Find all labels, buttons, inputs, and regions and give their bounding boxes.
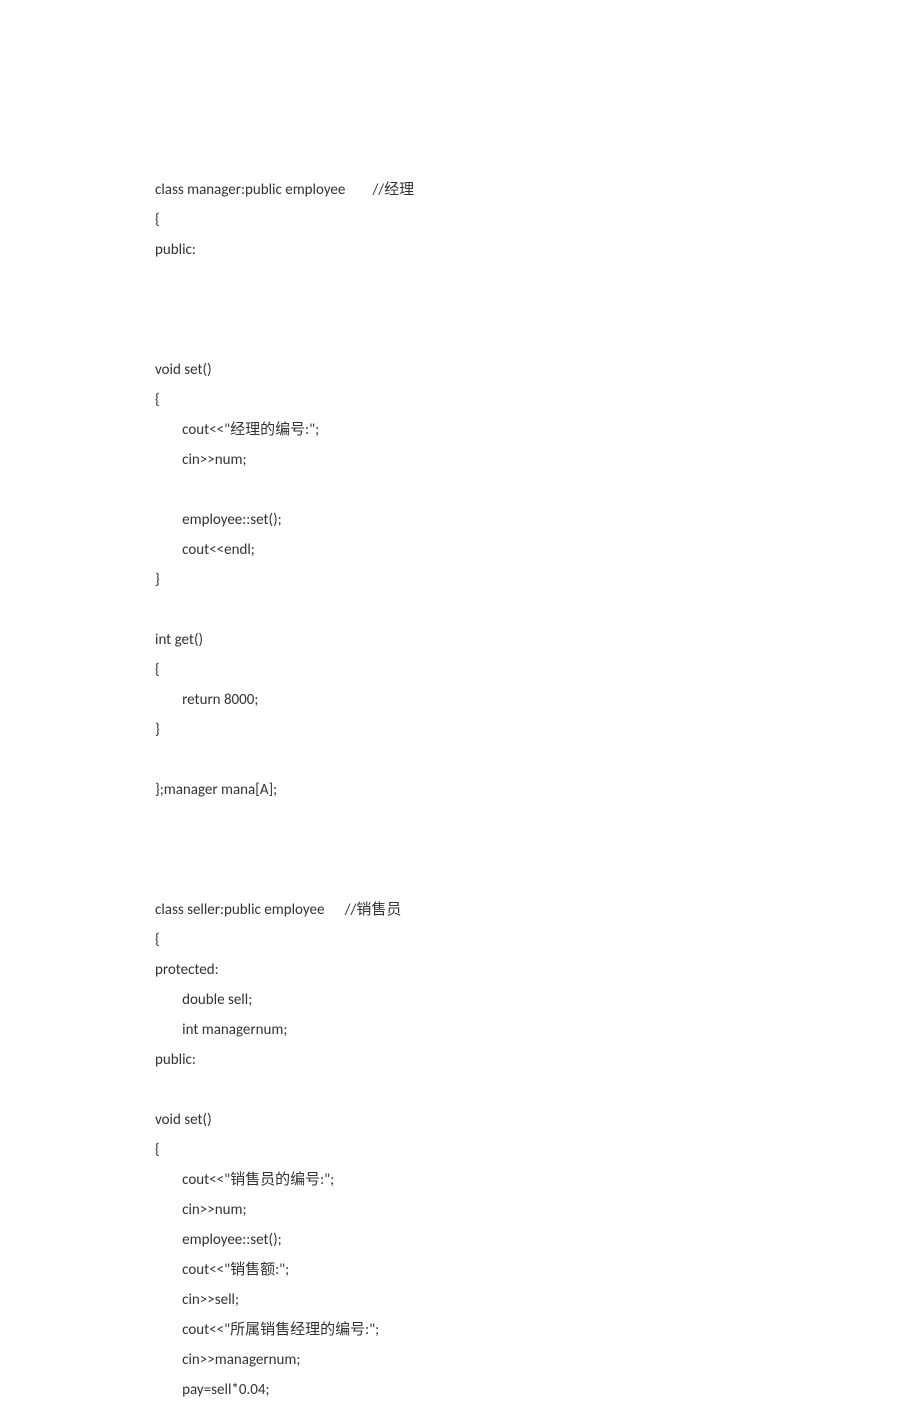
blank-line (155, 805, 920, 835)
code-line: cin>>managernum; (155, 1345, 920, 1375)
code-line: class manager:public employee //经理 (155, 175, 920, 205)
code-line: cin>>sell; (155, 1285, 920, 1315)
blank-line (155, 475, 920, 505)
document-page: class manager:public employee //经理 { pub… (0, 0, 920, 1405)
code-line: double sell; (155, 985, 920, 1015)
code-line: return 8000; (155, 685, 920, 715)
code-line: { (155, 925, 920, 955)
blank-line (155, 865, 920, 895)
code-line: pay=sell*0.04; (155, 1375, 920, 1405)
code-line: cout<<"所属销售经理的编号:"; (155, 1315, 920, 1345)
blank-line (155, 295, 920, 325)
code-line: cout<<"销售额:"; (155, 1255, 920, 1285)
code-line: int get() (155, 625, 920, 655)
code-line: { (155, 205, 920, 235)
code-line: cout<<endl; (155, 535, 920, 565)
code-line: class seller:public employee //销售员 (155, 895, 920, 925)
code-line: cout<<"销售员的编号:"; (155, 1165, 920, 1195)
code-line: { (155, 655, 920, 685)
code-line: protected: (155, 955, 920, 985)
blank-line (155, 745, 920, 775)
blank-line (155, 595, 920, 625)
code-line: public: (155, 1045, 920, 1075)
code-line: } (155, 715, 920, 745)
code-line: } (155, 565, 920, 595)
blank-line (155, 1075, 920, 1105)
code-line: public: (155, 235, 920, 265)
code-line: { (155, 385, 920, 415)
blank-line (155, 835, 920, 865)
code-line: cin>>num; (155, 445, 920, 475)
code-line: cin>>num; (155, 1195, 920, 1225)
code-line: void set() (155, 355, 920, 385)
code-line: cout<<"经理的编号:"; (155, 415, 920, 445)
code-line: employee::set(); (155, 1225, 920, 1255)
blank-line (155, 265, 920, 295)
code-line: };manager mana[A]; (155, 775, 920, 805)
code-line: int managernum; (155, 1015, 920, 1045)
blank-line (155, 325, 920, 355)
code-line: employee::set(); (155, 505, 920, 535)
code-line: { (155, 1135, 920, 1165)
code-line: void set() (155, 1105, 920, 1135)
